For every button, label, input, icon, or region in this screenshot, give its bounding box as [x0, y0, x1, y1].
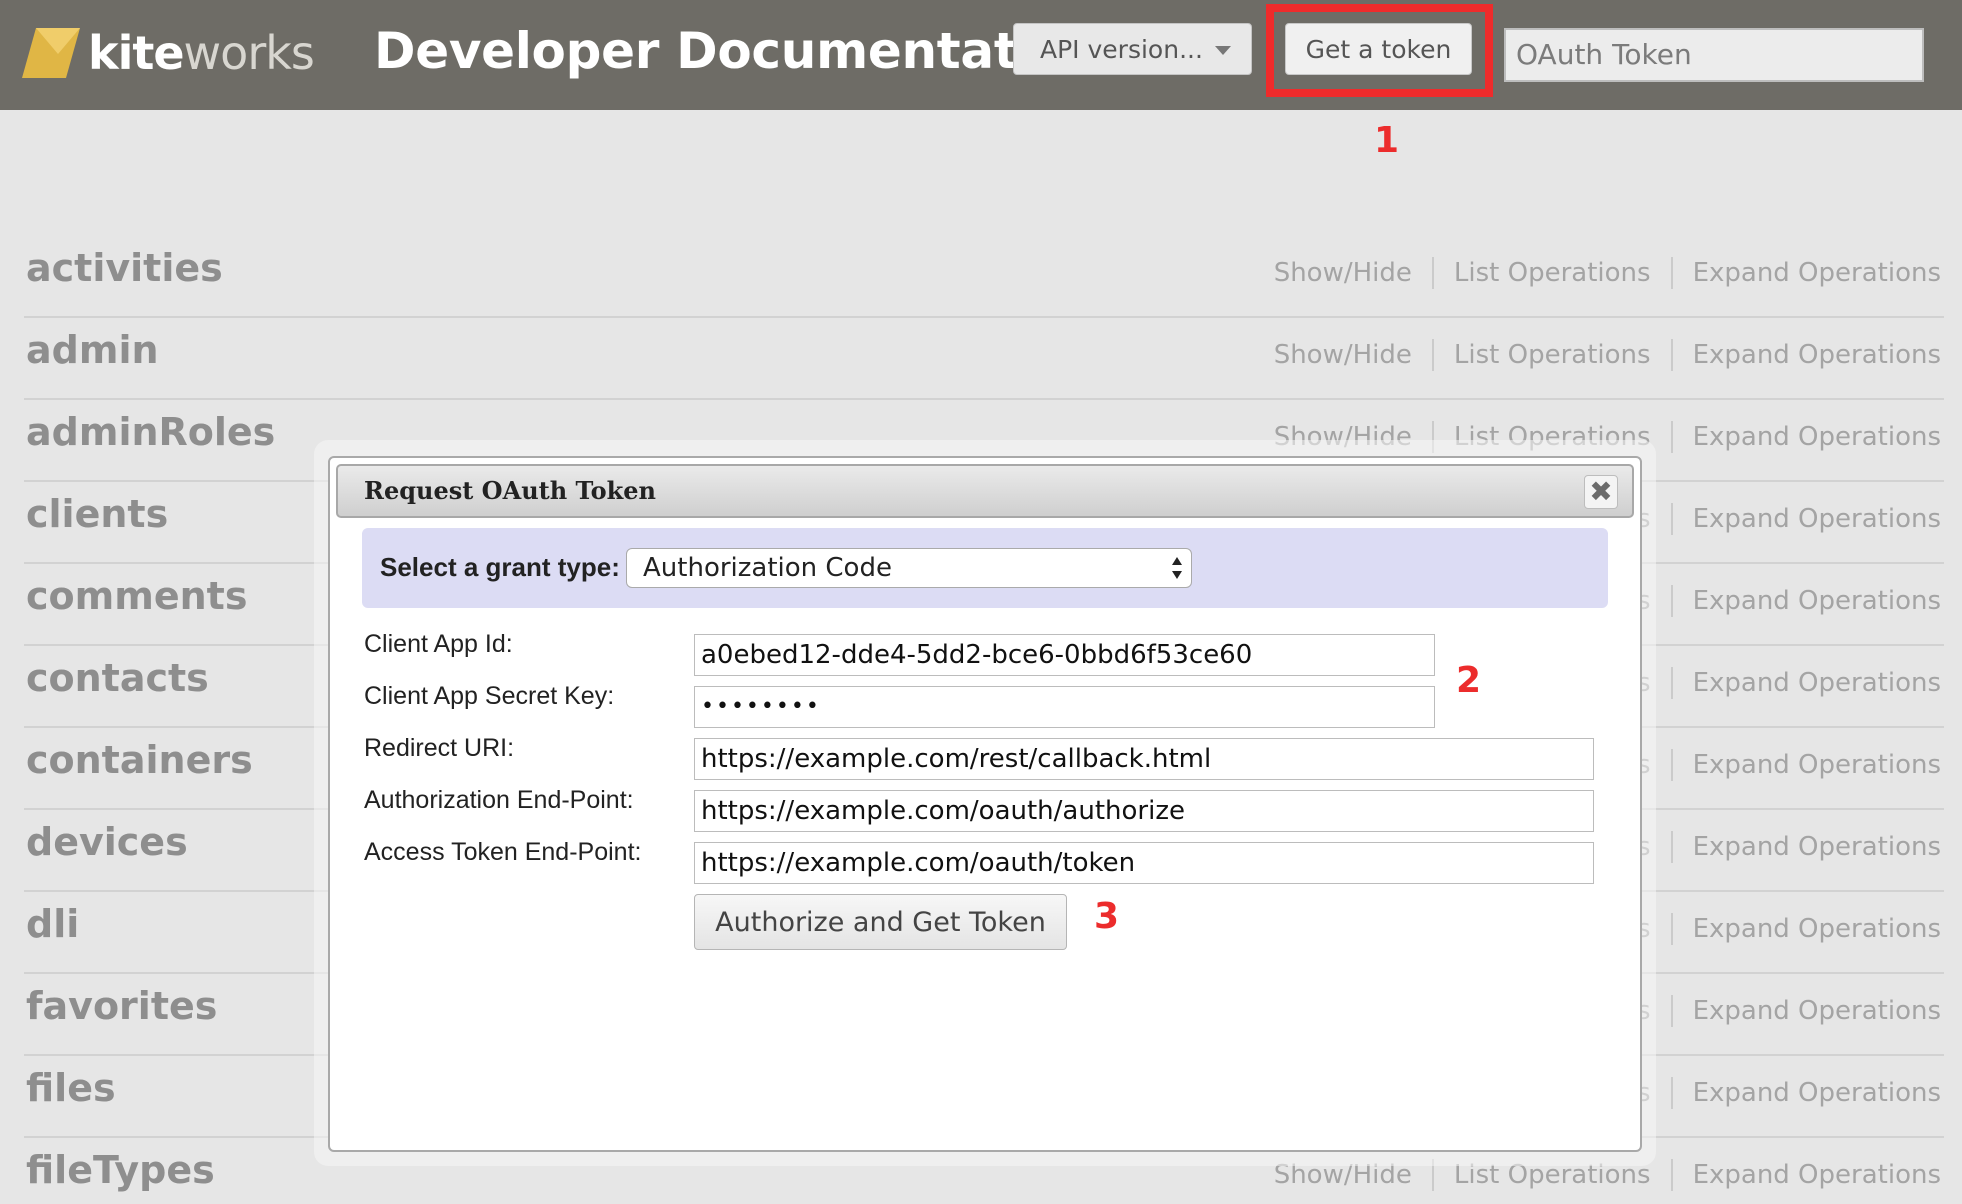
- secret-key-field[interactable]: ••••••••: [694, 686, 1435, 728]
- grant-type-value: Authorization Code: [643, 553, 892, 583]
- chevron-down-icon: [1215, 46, 1231, 55]
- resource-name[interactable]: fileTypes: [26, 1148, 215, 1192]
- step-1-marker: 1: [1374, 120, 1400, 161]
- expand-operations-link[interactable]: Expand Operations: [1673, 832, 1941, 862]
- api-version-select[interactable]: API version...: [1013, 23, 1252, 75]
- oauth-token-input[interactable]: OAuth Token: [1504, 28, 1924, 82]
- client-id-label: Client App Id:: [364, 630, 513, 658]
- auth-endpoint-label: Authorization End-Point:: [364, 786, 634, 814]
- expand-operations-link[interactable]: Expand Operations: [1673, 504, 1941, 534]
- expand-operations-link[interactable]: Expand Operations: [1673, 586, 1941, 616]
- list-operations-link[interactable]: List Operations: [1434, 340, 1671, 370]
- resource-name[interactable]: contacts: [26, 656, 209, 700]
- expand-operations-link[interactable]: Expand Operations: [1673, 340, 1941, 370]
- resource-name[interactable]: containers: [26, 738, 253, 782]
- resource-name[interactable]: adminRoles: [26, 410, 275, 454]
- grant-type-select[interactable]: Authorization Code: [626, 548, 1192, 588]
- resource-name[interactable]: admin: [26, 328, 159, 372]
- resource-operations: Show/HideList OperationsExpand Operation…: [1254, 339, 1941, 371]
- resource-name[interactable]: comments: [26, 574, 247, 618]
- resource-row: activities Show/Hide List Operations Expand…: [24, 236, 1944, 318]
- modal-title: Request OAuth Token: [364, 476, 656, 505]
- select-arrows-icon: [1172, 555, 1182, 581]
- resource-name[interactable]: favorites: [26, 984, 217, 1028]
- resource-name[interactable]: clients: [26, 492, 168, 536]
- show-hide-link[interactable]: Show/Hide: [1254, 258, 1432, 288]
- close-icon[interactable]: ✖: [1584, 475, 1618, 509]
- resource-name[interactable]: activities: [26, 246, 223, 290]
- authorize-get-token-button[interactable]: Authorize and Get Token: [694, 894, 1067, 950]
- page-title: Developer Documentation: [374, 22, 1104, 80]
- resource-name[interactable]: files: [26, 1066, 116, 1110]
- resource-operations: Show/HideList OperationsExpand Operation…: [1254, 257, 1941, 289]
- expand-operations-link[interactable]: Expand Operations: [1673, 258, 1941, 288]
- top-header: kiteworks Developer Documentation API ve…: [0, 0, 1962, 110]
- step-3-marker: 3: [1094, 896, 1120, 937]
- list-operations-link[interactable]: List Operations: [1434, 258, 1671, 288]
- expand-operations-link[interactable]: Expand Operations: [1673, 996, 1941, 1026]
- resource-name[interactable]: dli: [26, 902, 79, 946]
- grant-type-label: Select a grant type:: [380, 552, 620, 582]
- resource-name[interactable]: devices: [26, 820, 188, 864]
- auth-endpoint-field[interactable]: https://example.com/oauth/authorize: [694, 790, 1594, 832]
- secret-key-label: Client App Secret Key:: [364, 682, 615, 710]
- expand-operations-link[interactable]: Expand Operations: [1673, 1078, 1941, 1108]
- redirect-uri-field[interactable]: https://example.com/rest/callback.html: [694, 738, 1594, 780]
- token-endpoint-field[interactable]: https://example.com/oauth/token: [694, 842, 1594, 884]
- expand-operations-link[interactable]: Expand Operations: [1673, 914, 1941, 944]
- step-2-marker: 2: [1456, 660, 1482, 701]
- logo-text-works: works: [183, 26, 315, 80]
- redirect-uri-label: Redirect URI:: [364, 734, 515, 762]
- expand-operations-link[interactable]: Expand Operations: [1673, 422, 1941, 452]
- token-endpoint-label: Access Token End-Point:: [364, 838, 642, 866]
- oauth-modal: Request OAuth Token ✖ Select a grant typ…: [328, 456, 1642, 1152]
- api-version-label: API version...: [1040, 34, 1203, 64]
- logo-text: kiteworks: [88, 30, 315, 76]
- expand-operations-link[interactable]: Expand Operations: [1673, 1160, 1941, 1190]
- show-hide-link[interactable]: Show/Hide: [1254, 340, 1432, 370]
- kite-logo-icon: [22, 28, 80, 78]
- kiteworks-logo[interactable]: kiteworks: [22, 24, 315, 82]
- expand-operations-link[interactable]: Expand Operations: [1673, 668, 1941, 698]
- logo-text-kite: kite: [88, 26, 185, 80]
- expand-operations-link[interactable]: Expand Operations: [1673, 750, 1941, 780]
- grant-type-bar: Select a grant type: Authorization Code: [362, 528, 1608, 608]
- highlight-box: [1266, 4, 1493, 97]
- resource-row: admin Show/Hide List Operations Expand Oper…: [24, 318, 1944, 400]
- client-id-field[interactable]: a0ebed12-dde4-5dd2-bce6-0bbd6f53ce60: [694, 634, 1435, 676]
- modal-titlebar: Request OAuth Token ✖: [336, 464, 1634, 518]
